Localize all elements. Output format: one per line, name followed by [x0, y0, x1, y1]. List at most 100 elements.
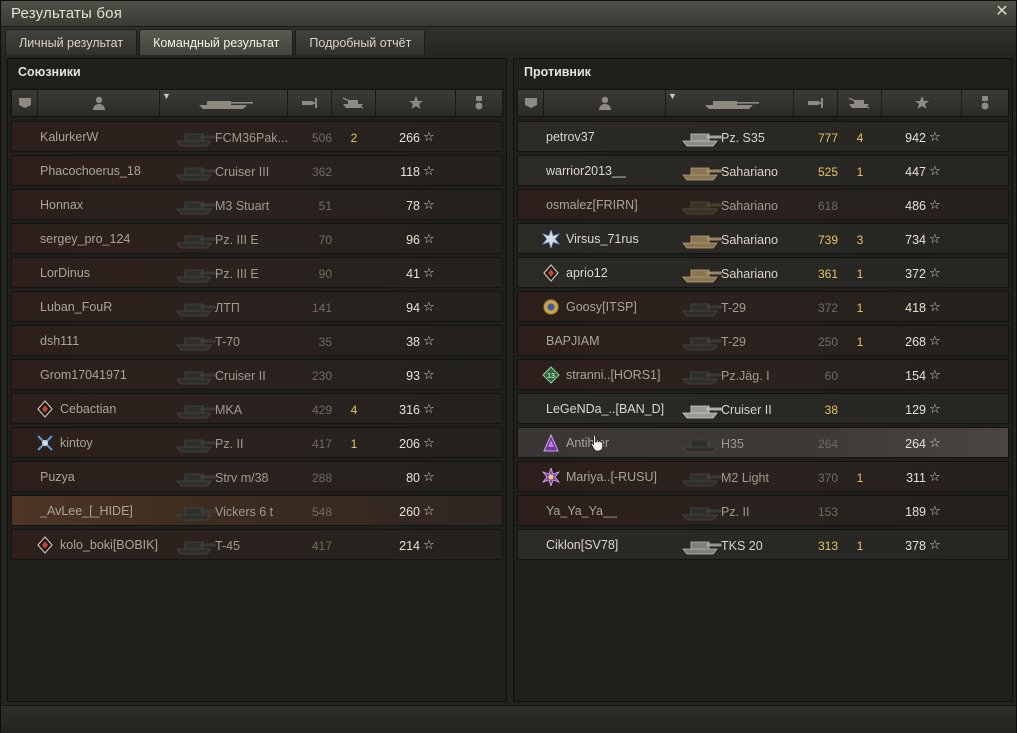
star-icon: ☆	[929, 469, 941, 484]
tank-icon	[176, 235, 216, 249]
tank-name: Cruiser II	[721, 403, 772, 417]
table-row[interactable]: Grom17041971 Cruiser II 230 93 ☆	[11, 359, 503, 390]
table-row[interactable]: Honnax M3 Stuart 51 78 ☆	[11, 189, 503, 220]
tank-type-icon[interactable]	[666, 90, 794, 116]
vehicle-status-icon[interactable]	[12, 90, 38, 116]
allies-column-header: ▼	[11, 89, 503, 117]
tank-name: FCM36Pak...	[215, 131, 288, 145]
damage-value: 506	[311, 131, 332, 145]
player-name: Phacochoerus_18	[40, 164, 141, 178]
title-bar: Результаты боя ✕	[1, 1, 1016, 27]
experience-value: 418	[905, 301, 926, 315]
damage-value: 250	[817, 335, 838, 349]
player-name: KalurkerW	[40, 130, 99, 144]
damage-value: 777	[817, 131, 838, 145]
kills-icon[interactable]	[332, 90, 376, 116]
player-name: Ya_Ya_Ya__	[546, 504, 617, 518]
table-row[interactable]: Luban_FouR ЛТП 141 94 ☆	[11, 291, 503, 322]
table-row[interactable]: BAPJIAM T-29 250 1 268 ☆	[517, 325, 1009, 356]
tank-name: T-29	[721, 335, 747, 349]
star-icon: ☆	[929, 197, 941, 212]
tank-icon	[176, 473, 216, 487]
star-icon: ☆	[423, 231, 435, 246]
experience-star-icon[interactable]	[376, 90, 456, 116]
tank-name: T-45	[215, 539, 241, 553]
tank-name: Pz. II	[215, 437, 244, 451]
tank-name: Sahariano	[721, 165, 778, 179]
star-icon: ☆	[929, 503, 941, 518]
damage-value: 153	[817, 505, 838, 519]
tank-icon	[176, 439, 216, 453]
table-row[interactable]: kolo_boki[BOBIK] T-45 417 214 ☆	[11, 529, 503, 560]
player-name: Honnax	[40, 198, 84, 212]
allies-panel: Союзники ▼ KalurkerW FCM36Pak... 506 2 2…	[7, 58, 507, 702]
tank-icon	[176, 167, 216, 181]
player-icon[interactable]	[38, 90, 160, 116]
table-row[interactable]: Cebactian MKA 429 4 316 ☆	[11, 393, 503, 424]
table-row[interactable]: Phacochoerus_18 Cruiser III 362 118 ☆	[11, 155, 503, 186]
player-icon[interactable]	[544, 90, 666, 116]
tab-personal-result[interactable]: Личный результат	[5, 29, 138, 55]
experience-value: 316	[399, 403, 420, 417]
table-row[interactable]: Mariya..[-RUSU] M2 Light 370 1 311 ☆	[517, 461, 1009, 492]
kills-value: 1	[856, 165, 864, 179]
damage-icon[interactable]	[288, 90, 332, 116]
kills-value: 4	[350, 403, 358, 417]
table-row[interactable]: dsh111 T-70 35 38 ☆	[11, 325, 503, 356]
table-row[interactable]: LeGeNDa_..[BAN_D] Cruiser II 38 129 ☆	[517, 393, 1009, 424]
tank-icon	[682, 507, 722, 521]
kills-value: 1	[856, 267, 864, 281]
vehicle-status-icon[interactable]	[518, 90, 544, 116]
table-row[interactable]: aprio12 Sahariano 361 1 372 ☆	[517, 257, 1009, 288]
tank-icon	[682, 167, 722, 181]
damage-icon[interactable]	[794, 90, 838, 116]
table-row[interactable]: Virsus_71rus Sahariano 739 3 734 ☆	[517, 223, 1009, 254]
damage-value: 739	[817, 233, 838, 247]
table-row[interactable]: osmalez[FRIRN] Sahariano 618 486 ☆	[517, 189, 1009, 220]
damage-value: 362	[311, 165, 332, 179]
table-row[interactable]: LorDinus Pz. III E 90 41 ☆	[11, 257, 503, 288]
table-row[interactable]: Ya_Ya_Ya__ Pz. II 153 189 ☆	[517, 495, 1009, 526]
tank-icon	[682, 405, 722, 419]
medal-icon[interactable]	[962, 90, 1008, 116]
tank-icon	[176, 541, 216, 555]
tank-name: Pz. III E	[215, 267, 259, 281]
table-row[interactable]: 13 stranni..[HORS1] Pz.Jäg. I 60 154 ☆	[517, 359, 1009, 390]
tab-team-result[interactable]: Командный результат	[139, 29, 294, 55]
rank-badge-icon	[37, 435, 53, 451]
tab-detailed-report[interactable]: Подробный отчёт	[295, 29, 426, 55]
medal-icon[interactable]	[456, 90, 502, 116]
player-name: Cebactian	[60, 402, 117, 416]
damage-value: 264	[817, 437, 838, 451]
player-name: LeGeNDa_..[BAN_D]	[546, 402, 665, 416]
experience-star-icon[interactable]	[882, 90, 962, 116]
tank-name: T-29	[721, 301, 747, 315]
tank-icon	[682, 473, 722, 487]
table-row-self[interactable]: _AvLee_[_HIDE] Vickers 6 t 548 260 ☆	[11, 495, 503, 526]
player-name: LorDinus	[40, 266, 91, 280]
table-row[interactable]: Ciklon[SV78] TKS 20 313 1 378 ☆	[517, 529, 1009, 560]
damage-value: 60	[824, 369, 838, 383]
damage-value: 70	[318, 233, 332, 247]
table-row[interactable]: kintoy Pz. II 417 1 206 ☆	[11, 427, 503, 458]
table-row[interactable]: sergey_pro_124 Pz. III E 70 96 ☆	[11, 223, 503, 254]
table-row[interactable]: Goosy[ITSP] T-29 372 1 418 ☆	[517, 291, 1009, 322]
star-icon: ☆	[423, 367, 435, 382]
damage-value: 361	[817, 267, 838, 281]
damage-value: 372	[817, 301, 838, 315]
kills-icon[interactable]	[838, 90, 882, 116]
experience-value: 260	[399, 505, 420, 519]
table-row[interactable]: petrov37 Pz. S35 777 4 942 ☆	[517, 121, 1009, 152]
experience-value: 206	[399, 437, 420, 451]
table-row-hovered[interactable]: Antihter H35 264 264 ☆	[517, 427, 1009, 458]
table-row[interactable]: Puzya Strv m/38 288 80 ☆	[11, 461, 503, 492]
table-row[interactable]: warrior2013__ Sahariano 525 1 447 ☆	[517, 155, 1009, 186]
tank-type-icon[interactable]	[160, 90, 288, 116]
kills-value: 3	[856, 233, 864, 247]
close-icon[interactable]: ✕	[994, 4, 1010, 20]
tank-name: MKA	[215, 403, 243, 417]
table-row[interactable]: KalurkerW FCM36Pak... 506 2 266 ☆	[11, 121, 503, 152]
allies-title: Союзники	[18, 65, 81, 79]
rank-badge-icon	[37, 400, 53, 418]
star-icon: ☆	[929, 231, 941, 246]
